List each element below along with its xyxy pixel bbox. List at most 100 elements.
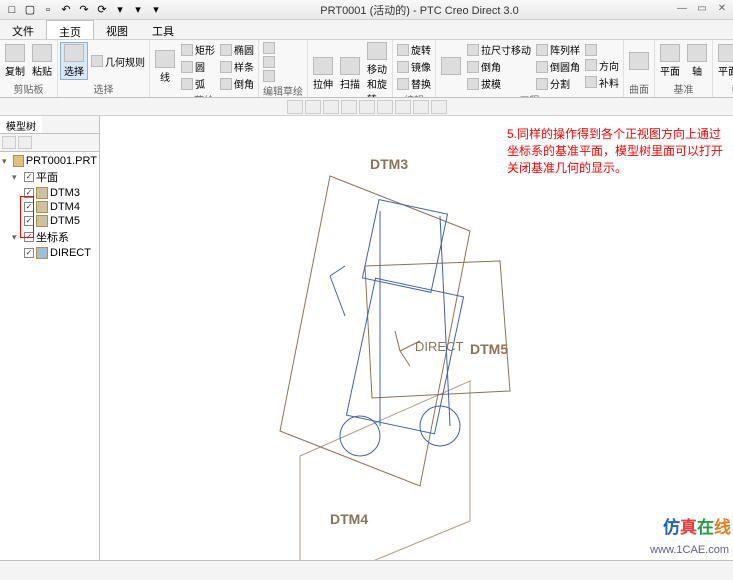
sidebar: 模型树 ▾ PRT0001.PRT ▾ ✓ 平面 ✓ DTM3 ✓ [0, 116, 100, 560]
label-dtm3: DTM3 [370, 156, 408, 172]
new-icon[interactable]: □ [4, 2, 20, 18]
status-bar [0, 560, 733, 580]
zoom-out-icon[interactable] [323, 100, 339, 114]
sweep-button[interactable]: 扫描 [337, 56, 363, 92]
part-icon [13, 155, 24, 167]
tab-tools[interactable]: 工具 [140, 20, 186, 39]
open-icon[interactable]: ▢ [22, 2, 38, 18]
ribbon-group-sketch: 线 矩形 圆 弧 椭圆 样条 倒角 草绘 [150, 40, 259, 97]
eng2[interactable]: 倒角 [465, 58, 533, 75]
sidebar-tools [0, 134, 99, 152]
tree-tool-2[interactable] [18, 136, 32, 149]
maximize-button[interactable]: ▭ [695, 3, 709, 17]
watermark-url: www.1CAE.com [650, 544, 729, 556]
tree-item-dtm4[interactable]: ✓ DTM4 [2, 200, 97, 214]
eng4[interactable]: 阵列样 [534, 41, 582, 58]
window-title: PRT0001 (活动的) - PTC Creo Direct 3.0 [164, 2, 675, 18]
close-win-icon[interactable]: ▾ [130, 2, 146, 18]
tree-group-csys[interactable]: ▾ ✓ 坐标系 [2, 228, 97, 246]
ribbon-group-cut: 平面 圆圈 截面 [713, 40, 733, 97]
datum-plane-button[interactable]: 平面 [657, 43, 683, 79]
tree-item-dtm5[interactable]: ✓ DTM5 [2, 214, 97, 228]
refit-icon[interactable] [341, 100, 357, 114]
label-csys: DIRECT [415, 339, 463, 354]
eng5[interactable]: 倒圆角 [534, 58, 582, 75]
copy-button[interactable]: 复制 [2, 43, 28, 79]
paste-button[interactable]: 粘贴 [29, 43, 55, 79]
display-style-icon[interactable] [413, 100, 429, 114]
circle-button[interactable]: 圆 [179, 58, 217, 75]
close-button[interactable]: ✕ [715, 3, 729, 17]
collapse-icon[interactable]: ▾ [12, 172, 22, 183]
cut-plane-button[interactable]: 平面 [715, 43, 733, 79]
sidebar-tabs: 模型树 [0, 116, 99, 134]
es3[interactable] [261, 69, 277, 83]
es2[interactable] [261, 55, 277, 69]
eng9[interactable]: 补料 [583, 74, 621, 91]
tree-item-direct[interactable]: ✓ DIRECT [2, 246, 97, 260]
mirror-button[interactable]: 镜像 [395, 58, 433, 75]
ribbon-group-surface: 曲面 [624, 40, 655, 97]
eng1[interactable]: 拉尺寸移动 [465, 41, 533, 58]
zoom-in-icon[interactable] [305, 100, 321, 114]
ribbon-group-edit: 旋转 镜像 替换 编辑 [393, 40, 436, 97]
checkbox-icon[interactable]: ✓ [24, 172, 34, 182]
tree-item-dtm3[interactable]: ✓ DTM3 [2, 186, 97, 200]
tab-home[interactable]: 主页 [46, 20, 94, 39]
eng6[interactable]: 分割 [534, 75, 582, 92]
tree-root[interactable]: ▾ PRT0001.PRT [2, 154, 97, 168]
view-mgr-icon[interactable] [377, 100, 393, 114]
datum-axis-button[interactable]: 轴 [684, 43, 710, 79]
ribbon-group-select: 选择 几何规则 选择 [58, 40, 150, 97]
tab-file[interactable]: 文件 [0, 20, 46, 39]
view-toolbar [0, 98, 733, 116]
watermark-logo: 仿真在线 [663, 513, 731, 538]
eng3[interactable]: 拔模 [465, 75, 533, 92]
eng8[interactable]: 方向 [583, 57, 621, 74]
es1[interactable] [261, 41, 277, 55]
title-bar: □ ▢ ▫ ↶ ↷ ⟳ ▾ ▾ ▾ PRT0001 (活动的) - PTC Cr… [0, 0, 733, 20]
line-button[interactable]: 线 [152, 49, 178, 85]
rotate-button[interactable]: 旋转 [395, 41, 433, 58]
plane-icon [36, 215, 48, 227]
settings-icon[interactable]: ▾ [148, 2, 164, 18]
revolve-button[interactable]: 移动和旋转 [364, 41, 390, 98]
saved-view-icon[interactable] [395, 100, 411, 114]
spline-button[interactable]: 样条 [218, 58, 256, 75]
ribbon-group-edit-sketch: 编辑草绘 [259, 40, 308, 97]
regen-icon[interactable]: ⟳ [94, 2, 110, 18]
surf-btn[interactable] [626, 51, 652, 72]
save-icon[interactable]: ▫ [40, 2, 56, 18]
dim-move-button[interactable] [438, 56, 464, 77]
tree-group-planes[interactable]: ▾ ✓ 平面 [2, 168, 97, 186]
label-dtm5: DTM5 [470, 341, 508, 357]
annotation-text: 5.同样的操作得到各个正视图方向上通过坐标系的基准平面，模型树里面可以打开关闭基… [507, 126, 727, 176]
replace-button[interactable]: 替换 [395, 75, 433, 92]
label-dtm4: DTM4 [330, 511, 368, 527]
redo-icon[interactable]: ↷ [76, 2, 92, 18]
geom-rule-button[interactable]: 几何规则 [89, 53, 147, 70]
zoom-fit-icon[interactable] [287, 100, 303, 114]
arc-button[interactable]: 弧 [179, 75, 217, 92]
tab-model-tree[interactable]: 模型树 [0, 116, 42, 133]
eng7[interactable] [583, 43, 621, 57]
tree-tool-1[interactable] [2, 136, 16, 149]
annotation-highlight [20, 196, 34, 238]
windows-icon[interactable]: ▾ [112, 2, 128, 18]
checkbox-icon[interactable]: ✓ [24, 248, 34, 258]
chamfer-button[interactable]: 倒角 [218, 75, 256, 92]
graphics-canvas[interactable]: DTM3 DTM4 DTM5 DIRECT 5.同样的操作得到各个正视图方向上通… [100, 116, 733, 560]
shade-icon[interactable] [359, 100, 375, 114]
ribbon: 复制 粘贴 剪贴板 选择 几何规则 选择 线 矩形 圆 弧 椭圆 样条 倒角 [0, 40, 733, 98]
window-controls: — ▭ ✕ [675, 3, 729, 17]
csys-icon [36, 247, 48, 259]
undo-icon[interactable]: ↶ [58, 2, 74, 18]
ellipse-button[interactable]: 椭圆 [218, 41, 256, 58]
tab-view[interactable]: 视图 [94, 20, 140, 39]
rect-button[interactable]: 矩形 [179, 41, 217, 58]
minimize-button[interactable]: — [675, 3, 689, 17]
select-button[interactable]: 选择 [60, 42, 88, 80]
extrude-button[interactable]: 拉伸 [310, 56, 336, 92]
datums-icon[interactable] [431, 100, 447, 114]
collapse-icon[interactable]: ▾ [2, 156, 11, 167]
